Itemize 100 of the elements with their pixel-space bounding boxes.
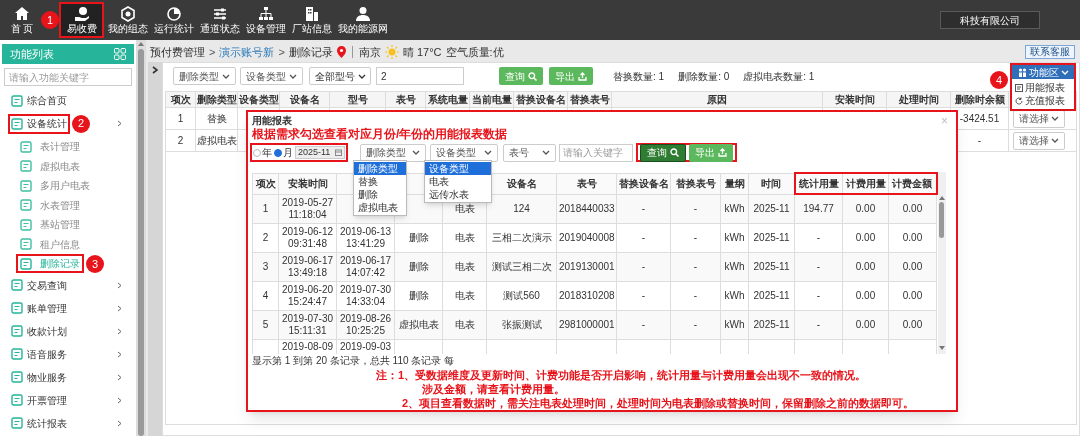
search-icon xyxy=(670,148,679,157)
function-area-button[interactable]: 功能区 xyxy=(1012,65,1074,79)
table-cell: 194.77 xyxy=(794,194,843,223)
breadcrumb-link[interactable]: 演示账号新 xyxy=(219,43,275,61)
select-dropdown[interactable]: 删除类型 xyxy=(173,67,236,85)
table-cell: - xyxy=(794,281,843,310)
square-icon xyxy=(20,179,32,192)
step-badge: 1 xyxy=(41,11,59,29)
export-icon xyxy=(578,71,587,81)
sidebar-item[interactable]: 物业服务 xyxy=(8,367,70,387)
sidebar-item[interactable]: 收款计划 xyxy=(8,321,70,341)
query-button[interactable]: 查询 xyxy=(640,143,686,162)
table-cell: 删除 xyxy=(394,223,443,252)
sidebar-item[interactable]: 综合首页 xyxy=(8,90,70,111)
breadcrumb-separator: > xyxy=(278,44,285,60)
radio-button[interactable]: 月 xyxy=(274,145,293,160)
select-dropdown[interactable]: 设备类型 xyxy=(240,67,303,85)
table-cell: 2025-11 xyxy=(748,223,795,252)
table-cell: 0.00 xyxy=(842,252,889,281)
column-header: 处理时间 xyxy=(886,91,951,108)
menu-option[interactable]: 虚拟电表 xyxy=(354,201,406,214)
column-header: 时间 xyxy=(748,173,795,194)
square-icon xyxy=(11,417,23,429)
nav-item[interactable]: 设备管理 xyxy=(243,2,288,38)
chevron-icon xyxy=(152,66,158,74)
sidebar-item[interactable]: 统计报表 xyxy=(8,413,70,433)
sidebar-subitem[interactable]: 表计管理 xyxy=(16,137,84,157)
table-cell: 虚拟电表 xyxy=(394,310,443,339)
keyword-field[interactable]: 请输入关键字 xyxy=(559,143,633,162)
count-text: 虚拟电表数量: 1 xyxy=(743,69,815,84)
chevron-icon xyxy=(117,373,122,381)
table-cell: - xyxy=(616,252,671,281)
sidebar-subitem[interactable]: 水表管理 xyxy=(16,195,84,215)
table-cell: 0.00 xyxy=(888,194,937,223)
select-dropdown[interactable]: 设备类型 xyxy=(430,143,498,162)
table-cell: - xyxy=(670,310,721,339)
table-cell: - xyxy=(794,252,843,281)
menu-option[interactable]: 删除类型 xyxy=(354,162,406,175)
nav-item[interactable]: 首 页 xyxy=(4,2,40,38)
square-icon xyxy=(11,348,23,360)
table-cell: 1 xyxy=(252,194,279,223)
sidebar-item[interactable]: 语音服务 xyxy=(8,344,70,364)
table-cell: 2025-11 xyxy=(748,194,795,223)
note-text: 2、项目查看数据时，需关注电表处理时间，处理时间为电表删除或替换时间，保留删除之前的数据即可。 xyxy=(402,396,916,410)
sidebar-item[interactable]: 账单管理 xyxy=(8,298,70,318)
table-cell: 电表 xyxy=(442,281,487,310)
nav-item[interactable]: 我的能源网 xyxy=(335,2,391,38)
chevron-icon xyxy=(117,304,122,312)
table-cell: 2019130001 xyxy=(556,252,617,281)
table-cell: 2018310208 xyxy=(556,281,617,310)
nav-item[interactable]: 运行统计 xyxy=(151,2,196,38)
table-cell: 电表 xyxy=(442,223,487,252)
column-header: 设备类型 xyxy=(237,91,280,108)
scrollbar[interactable] xyxy=(136,40,146,436)
search-field[interactable]: 请输入功能关键字 xyxy=(4,68,132,86)
nav-item[interactable]: 易收费 xyxy=(59,2,104,38)
table-cell: 2025-11 xyxy=(748,281,795,310)
radio-button[interactable]: 年 xyxy=(253,145,272,160)
select-dropdown[interactable]: 表号 xyxy=(503,143,556,162)
sidebar-subitem[interactable]: 虚拟电表 xyxy=(16,156,84,176)
select-dropdown[interactable]: 删除类型 xyxy=(360,143,426,162)
menu-option[interactable]: 设备类型 xyxy=(425,162,491,175)
date-field[interactable]: 2025-11 xyxy=(295,146,345,159)
nav-item[interactable]: 通道状态 xyxy=(197,2,242,38)
model-dropdown[interactable]: 全部型号 xyxy=(309,67,371,85)
sidebar-subitem[interactable]: 租户信息 xyxy=(16,234,84,254)
table-cell: - xyxy=(670,281,721,310)
export-icon xyxy=(718,148,727,157)
weather-text: 晴 17°C xyxy=(402,44,442,60)
menu-item[interactable]: 用能报表 xyxy=(1012,81,1074,94)
column-header: 型号 xyxy=(329,91,386,108)
sidebar-item[interactable]: 设备统计 xyxy=(8,113,70,134)
sidebar-item[interactable]: 开票管理 xyxy=(8,390,70,410)
column-header: 量纲 xyxy=(720,173,749,194)
sidebar-subitem[interactable]: 多用户电表 xyxy=(16,176,94,196)
menu-option[interactable]: 删除 xyxy=(354,188,406,201)
table-cell: 0.00 xyxy=(842,223,889,252)
column-header: 当前电量 xyxy=(469,91,514,108)
menu-option[interactable]: 替换 xyxy=(354,175,406,188)
search-field[interactable]: 2 xyxy=(376,67,464,85)
support-button[interactable]: 联系客服 xyxy=(1025,45,1075,59)
pagination-info: 显示第 1 到第 20 条记录，总共 110 条记录 每 xyxy=(252,354,456,368)
nav-item[interactable]: 厂站信息 xyxy=(289,2,334,38)
sidebar-item[interactable]: 交易查询 xyxy=(8,275,70,295)
square-icon xyxy=(11,94,23,107)
table-cell: 删除 xyxy=(394,252,443,281)
sidebar-subitem[interactable]: 基站管理 xyxy=(16,215,84,235)
nav-item[interactable]: 我的组态 xyxy=(105,2,150,38)
scrollbar[interactable] xyxy=(937,172,946,354)
table-cell: 2018440033 xyxy=(556,194,617,223)
square-icon xyxy=(20,140,32,153)
row-action-select[interactable]: 请选择 xyxy=(1013,131,1065,150)
square-icon xyxy=(11,325,23,337)
table-cell: 张振测试 xyxy=(486,310,557,339)
table-cell: kWh xyxy=(720,194,749,223)
air-quality-text: 空气质量:优 xyxy=(445,44,504,60)
breadcrumb-text: 预付费管理 xyxy=(150,44,205,60)
chevron-icon xyxy=(117,327,122,335)
location-pin-icon xyxy=(336,46,346,58)
sidebar-title: 功能列表 xyxy=(10,46,54,62)
